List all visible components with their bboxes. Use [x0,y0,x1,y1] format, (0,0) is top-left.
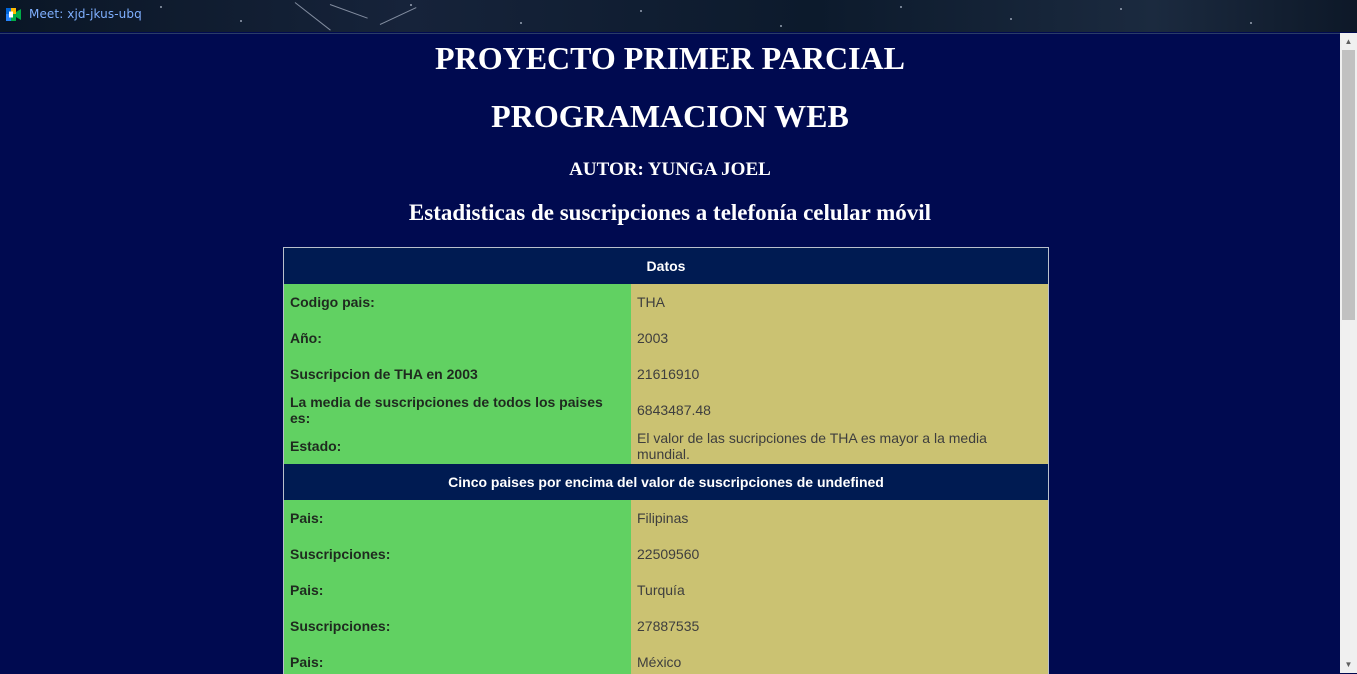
row-label: Estado: [283,428,631,464]
table-row: Pais: Turquía [283,572,1049,608]
scroll-up-arrow-icon[interactable]: ▲ [1340,33,1357,50]
scrollbar-thumb[interactable] [1342,50,1355,320]
table-row: Pais: México [283,644,1049,674]
table-row: Suscripciones: 22509560 [283,536,1049,572]
row-value: El valor de las sucripciones de THA es m… [631,428,1049,464]
table-row: Estado: El valor de las sucripciones de … [283,428,1049,464]
page-viewport: PROYECTO PRIMER PARCIAL PROGRAMACION WEB… [0,33,1340,674]
table-row: Pais: Filipinas [283,500,1049,536]
row-value: Filipinas [631,500,1049,536]
scroll-down-arrow-icon[interactable]: ▼ [1340,656,1357,673]
table-header-row: Cinco paises por encima del valor de sus… [283,464,1049,500]
page-course-title: PROGRAMACION WEB [491,98,849,134]
row-value: 21616910 [631,356,1049,392]
row-value: THA [631,284,1049,320]
row-value: 27887535 [631,608,1049,644]
row-label: Pais: [283,500,631,536]
row-label: Suscripciones: [283,608,631,644]
page-title: PROYECTO PRIMER PARCIAL [435,40,905,76]
row-label: Año: [283,320,631,356]
table-row: Suscripcion de THA en 2003 21616910 [283,356,1049,392]
tab-title[interactable]: Meet: xjd-jkus-ubq [29,7,142,21]
row-label: La media de suscripciones de todos los p… [283,392,631,428]
row-label: Suscripciones: [283,536,631,572]
row-value: 2003 [631,320,1049,356]
google-meet-icon [6,8,21,21]
row-value: México [631,644,1049,674]
browser-top-bar: Meet: xjd-jkus-ubq [0,0,1357,32]
datos-header: Datos [283,247,1049,284]
row-label: Codigo pais: [283,284,631,320]
table-row: La media de suscripciones de todos los p… [283,392,1049,428]
row-value: 22509560 [631,536,1049,572]
row-value: 6843487.48 [631,392,1049,428]
table-row: Codigo pais: THA [283,284,1049,320]
row-label: Pais: [283,572,631,608]
cinco-paises-header: Cinco paises por encima del valor de sus… [283,464,1049,500]
table-row: Suscripciones: 27887535 [283,608,1049,644]
table-header-row: Datos [283,247,1049,284]
vertical-scrollbar[interactable]: ▲ ▼ [1340,33,1357,673]
row-label: Suscripcion de THA en 2003 [283,356,631,392]
author-heading: AUTOR: YUNGA JOEL [569,159,771,180]
statistics-subtitle: Estadisticas de suscripciones a telefoní… [408,200,932,225]
statistics-table: Datos Codigo pais: THA Año: 2003 Suscrip… [283,247,1049,674]
row-label: Pais: [283,644,631,674]
row-value: Turquía [631,572,1049,608]
table-row: Año: 2003 [283,320,1049,356]
